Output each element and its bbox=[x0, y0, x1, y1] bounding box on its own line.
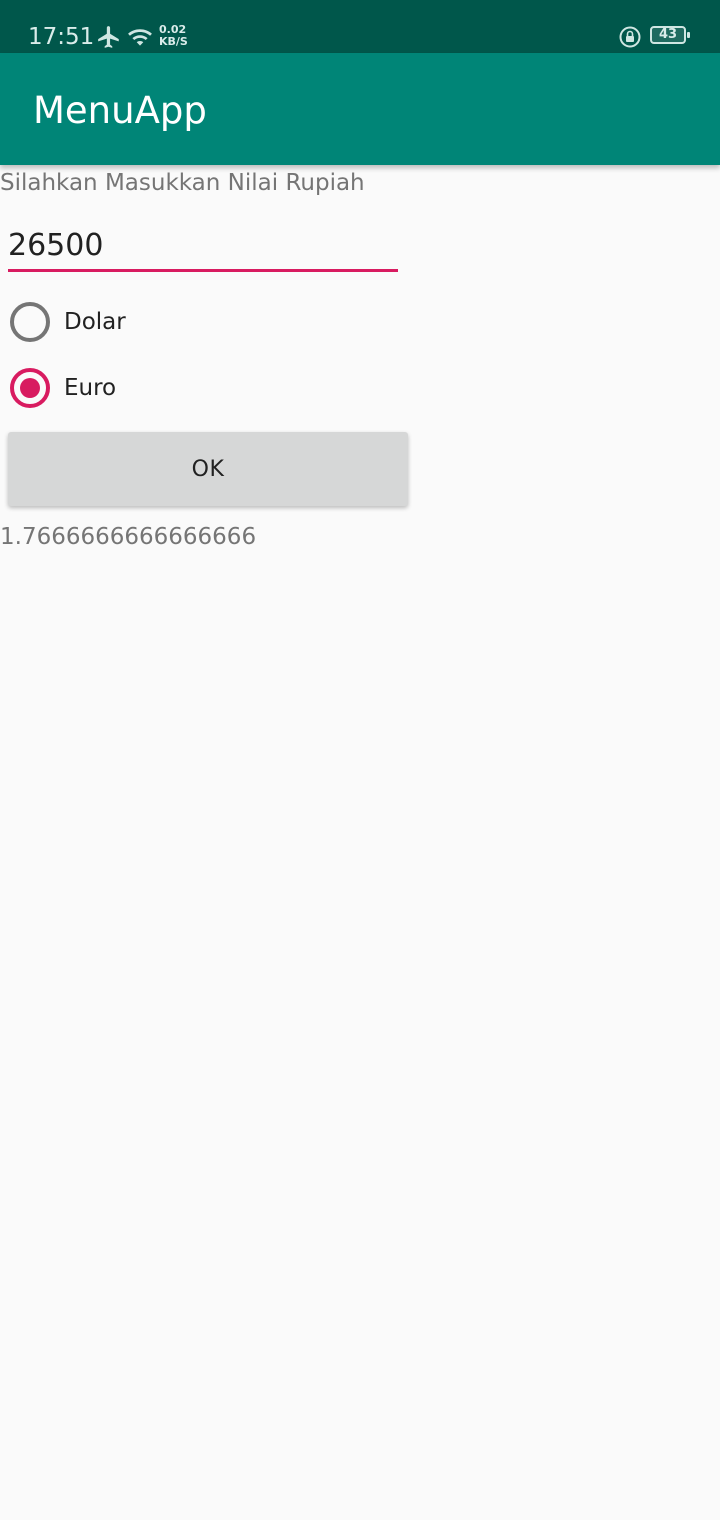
radio-option-euro[interactable]: Euro bbox=[10, 366, 310, 410]
status-time: 17:51 bbox=[28, 24, 95, 50]
wifi-icon bbox=[127, 24, 153, 54]
status-bar: 17:51 0.02 KB/S 43 bbox=[0, 0, 720, 53]
radio-option-dolar[interactable]: Dolar bbox=[10, 300, 310, 344]
conversion-result: 1.7666666666666666 bbox=[0, 524, 257, 550]
network-speed: 0.02 KB/S bbox=[159, 24, 188, 48]
rupiah-prompt-label: Silahkan Masukkan Nilai Rupiah bbox=[0, 170, 365, 196]
battery-nub bbox=[687, 32, 690, 38]
network-speed-unit: KB/S bbox=[159, 35, 188, 48]
radio-button-dolar[interactable] bbox=[10, 302, 50, 342]
airplane-icon bbox=[96, 24, 122, 54]
battery-level: 43 bbox=[658, 27, 678, 42]
rupiah-amount-input[interactable] bbox=[8, 222, 398, 272]
ok-button[interactable]: OK bbox=[8, 432, 408, 506]
battery-icon: 43 bbox=[650, 26, 686, 44]
rotation-lock-icon bbox=[618, 25, 642, 53]
radio-label-dolar: Dolar bbox=[64, 309, 126, 335]
radio-label-euro: Euro bbox=[64, 375, 117, 401]
app-bar: MenuApp bbox=[0, 53, 720, 165]
radio-button-euro[interactable] bbox=[10, 368, 50, 408]
app-title: MenuApp bbox=[33, 89, 207, 132]
